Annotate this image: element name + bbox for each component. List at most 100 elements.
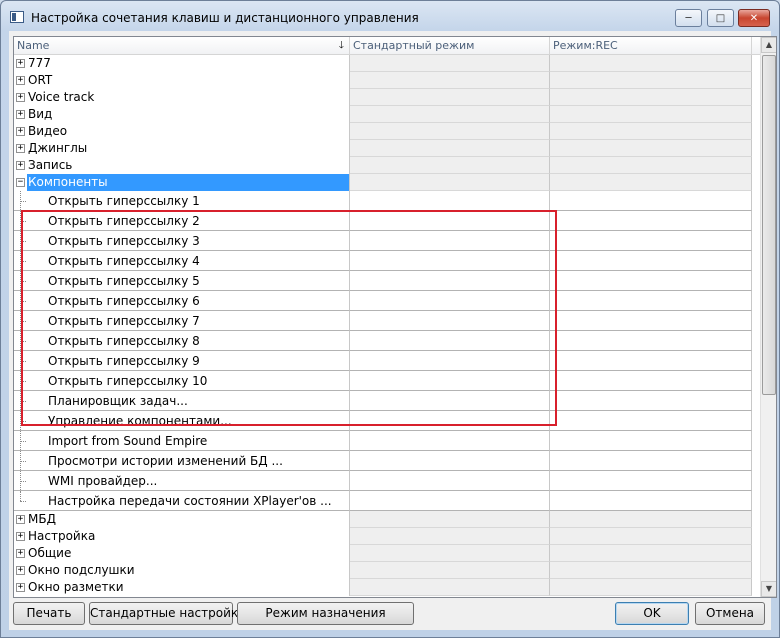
standard-mode-cell[interactable] xyxy=(350,579,550,596)
standard-mode-cell[interactable] xyxy=(350,471,550,491)
minimize-button[interactable]: ─ xyxy=(675,9,702,27)
tree-item-row[interactable]: Открыть гиперссылку 3 xyxy=(14,231,752,251)
rec-mode-cell[interactable] xyxy=(550,72,752,89)
print-button[interactable]: Печать xyxy=(13,602,85,625)
rec-mode-cell[interactable] xyxy=(550,89,752,106)
rec-mode-cell[interactable] xyxy=(550,431,752,451)
standard-mode-cell[interactable] xyxy=(350,491,550,511)
tree-group-row[interactable]: + Окно разметки xyxy=(14,579,752,596)
tree-group-row[interactable]: +777 xyxy=(14,55,752,72)
standard-mode-cell[interactable] xyxy=(350,191,550,211)
standard-mode-cell[interactable] xyxy=(350,451,550,471)
expand-icon[interactable]: + xyxy=(16,127,25,136)
scroll-up-icon[interactable]: ▲ xyxy=(761,37,776,53)
standard-mode-cell[interactable] xyxy=(350,106,550,123)
standard-mode-cell[interactable] xyxy=(350,351,550,371)
tree-item-row[interactable]: Планировщик задач... xyxy=(14,391,752,411)
tree-item-row[interactable]: Открыть гиперссылку 1 xyxy=(14,191,752,211)
standard-mode-cell[interactable] xyxy=(350,291,550,311)
rec-mode-cell[interactable] xyxy=(550,391,752,411)
ok-button[interactable]: OK xyxy=(615,602,689,625)
standard-mode-cell[interactable] xyxy=(350,528,550,545)
tree-item-row[interactable]: Открыть гиперссылку 9 xyxy=(14,351,752,371)
expand-icon[interactable]: + xyxy=(16,144,25,153)
standard-mode-cell[interactable] xyxy=(350,371,550,391)
column-header-name[interactable]: Name 🡓 xyxy=(14,37,350,54)
tree-item-row[interactable]: Открыть гиперссылку 8 xyxy=(14,331,752,351)
standard-mode-cell[interactable] xyxy=(350,311,550,331)
tree-item-row[interactable]: Import from Sound Empire xyxy=(14,431,752,451)
rec-mode-cell[interactable] xyxy=(550,271,752,291)
assign-mode-button[interactable]: Режим назначения xyxy=(237,602,414,625)
column-header-standard-mode[interactable]: Стандартный режим xyxy=(350,37,550,54)
standard-mode-cell[interactable] xyxy=(350,157,550,174)
tree-item-row[interactable]: WMI провайдер... xyxy=(14,471,752,491)
column-header-rec-mode[interactable]: Режим:REC xyxy=(550,37,752,54)
tree-item-row[interactable]: Открыть гиперссылку 2 xyxy=(14,211,752,231)
tree-group-row[interactable]: + Общие xyxy=(14,545,752,562)
tree-item-row[interactable]: Настройка передачи состоянии XPlayer'ов … xyxy=(14,491,752,511)
standard-mode-cell[interactable] xyxy=(350,231,550,251)
tree-item-row[interactable]: Открыть гиперссылку 5 xyxy=(14,271,752,291)
maximize-button[interactable]: □ xyxy=(707,9,734,27)
standard-mode-cell[interactable] xyxy=(350,431,550,451)
standard-mode-cell[interactable] xyxy=(350,271,550,291)
expand-icon[interactable]: + xyxy=(16,59,25,68)
rec-mode-cell[interactable] xyxy=(550,157,752,174)
rec-mode-cell[interactable] xyxy=(550,211,752,231)
rec-mode-cell[interactable] xyxy=(550,562,752,579)
rec-mode-cell[interactable] xyxy=(550,371,752,391)
expand-icon[interactable]: + xyxy=(16,93,25,102)
standard-mode-cell[interactable] xyxy=(350,140,550,157)
defaults-button[interactable]: Стандартные настройки xyxy=(89,602,246,625)
scroll-down-icon[interactable]: ▼ xyxy=(761,581,776,597)
rec-mode-cell[interactable] xyxy=(550,55,752,72)
rec-mode-cell[interactable] xyxy=(550,351,752,371)
cancel-button[interactable]: Отмена xyxy=(695,602,765,625)
rec-mode-cell[interactable] xyxy=(550,545,752,562)
tree-item-row[interactable]: Открыть гиперссылку 7 xyxy=(14,311,752,331)
tree-group-row[interactable]: − Компоненты xyxy=(14,174,752,191)
tree-item-row[interactable]: Открыть гиперссылку 4 xyxy=(14,251,752,271)
standard-mode-cell[interactable] xyxy=(350,251,550,271)
standard-mode-cell[interactable] xyxy=(350,391,550,411)
close-button[interactable]: ✕ xyxy=(738,9,770,27)
rec-mode-cell[interactable] xyxy=(550,471,752,491)
expand-icon[interactable]: + xyxy=(16,161,25,170)
standard-mode-cell[interactable] xyxy=(350,562,550,579)
rec-mode-cell[interactable] xyxy=(550,579,752,596)
tree-item-row[interactable]: Открыть гиперссылку 10 xyxy=(14,371,752,391)
tree-item-row[interactable]: Открыть гиперссылку 6 xyxy=(14,291,752,311)
tree-group-row[interactable]: + Вид xyxy=(14,106,752,123)
tree-group-row[interactable]: + Настройка xyxy=(14,528,752,545)
standard-mode-cell[interactable] xyxy=(350,545,550,562)
tree-group-row[interactable]: + Джинглы xyxy=(14,140,752,157)
standard-mode-cell[interactable] xyxy=(350,211,550,231)
tree-group-row[interactable]: + ORT xyxy=(14,72,752,89)
expand-icon[interactable]: + xyxy=(16,532,25,541)
rec-mode-cell[interactable] xyxy=(550,231,752,251)
expand-icon[interactable]: + xyxy=(16,566,25,575)
rec-mode-cell[interactable] xyxy=(550,451,752,471)
title-bar[interactable]: Настройка сочетания клавиш и дистанционн… xyxy=(1,1,779,31)
rec-mode-cell[interactable] xyxy=(550,123,752,140)
standard-mode-cell[interactable] xyxy=(350,55,550,72)
standard-mode-cell[interactable] xyxy=(350,411,550,431)
tree-group-row[interactable]: + МБД xyxy=(14,511,752,528)
tree-item-row[interactable]: Просмотри истории изменений БД ... xyxy=(14,451,752,471)
rec-mode-cell[interactable] xyxy=(550,140,752,157)
rec-mode-cell[interactable] xyxy=(550,331,752,351)
standard-mode-cell[interactable] xyxy=(350,89,550,106)
expand-icon[interactable]: + xyxy=(16,76,25,85)
rec-mode-cell[interactable] xyxy=(550,411,752,431)
standard-mode-cell[interactable] xyxy=(350,72,550,89)
tree-group-row[interactable]: + Окно подслушки xyxy=(14,562,752,579)
vertical-scrollbar[interactable]: ▲ ▼ xyxy=(760,37,776,597)
rec-mode-cell[interactable] xyxy=(550,191,752,211)
rec-mode-cell[interactable] xyxy=(550,251,752,271)
expand-icon[interactable]: + xyxy=(16,515,25,524)
scroll-thumb[interactable] xyxy=(762,55,776,395)
expand-icon[interactable]: + xyxy=(16,549,25,558)
rec-mode-cell[interactable] xyxy=(550,491,752,511)
standard-mode-cell[interactable] xyxy=(350,511,550,528)
